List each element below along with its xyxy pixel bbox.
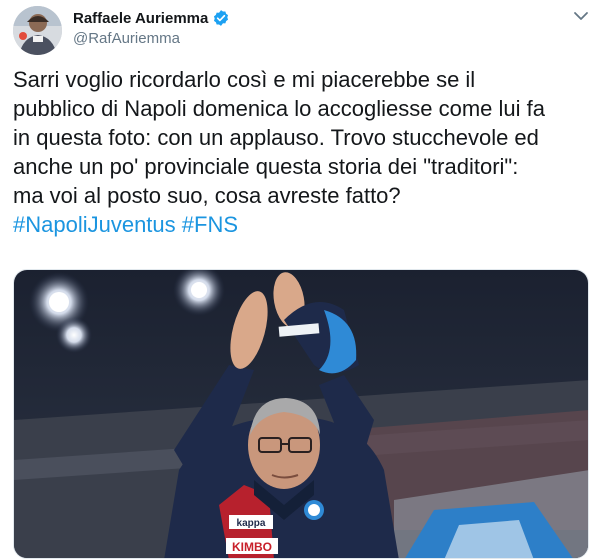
tweet-line: anche un po' provinciale questa storia d… [13,154,519,179]
verified-badge-icon [212,9,230,27]
tweet-line: in questa foto: con un applauso. Trovo s… [13,125,539,150]
tweet-text: Sarri voglio ricordarlo così e mi piacer… [13,65,593,239]
photo-sponsor-text: KIMBO [232,540,272,554]
photo-image: kappa KIMBO [14,270,588,558]
tweet-line: pubblico di Napoli domenica lo accoglies… [13,96,545,121]
hashtag-link[interactable]: #FNS [182,212,238,237]
tweet-line: Sarri voglio ricordarlo così e mi piacer… [13,67,476,92]
author-display-name[interactable]: Raffaele Auriemma [73,10,208,27]
hashtag-link[interactable]: #NapoliJuventus [13,212,176,237]
tweet-line: ma voi al posto suo, cosa avreste fatto? [13,183,401,208]
author-name-row: Raffaele Auriemma [73,9,230,27]
author-handle[interactable]: @RafAuriemma [73,30,180,47]
photo-brand-text: kappa [237,518,266,529]
chevron-down-icon[interactable] [573,9,589,23]
tweet-photo[interactable]: kappa KIMBO [13,269,589,559]
author-avatar[interactable] [13,6,62,55]
avatar-image [13,6,62,55]
hashtag-list: #NapoliJuventus #FNS [13,212,238,237]
